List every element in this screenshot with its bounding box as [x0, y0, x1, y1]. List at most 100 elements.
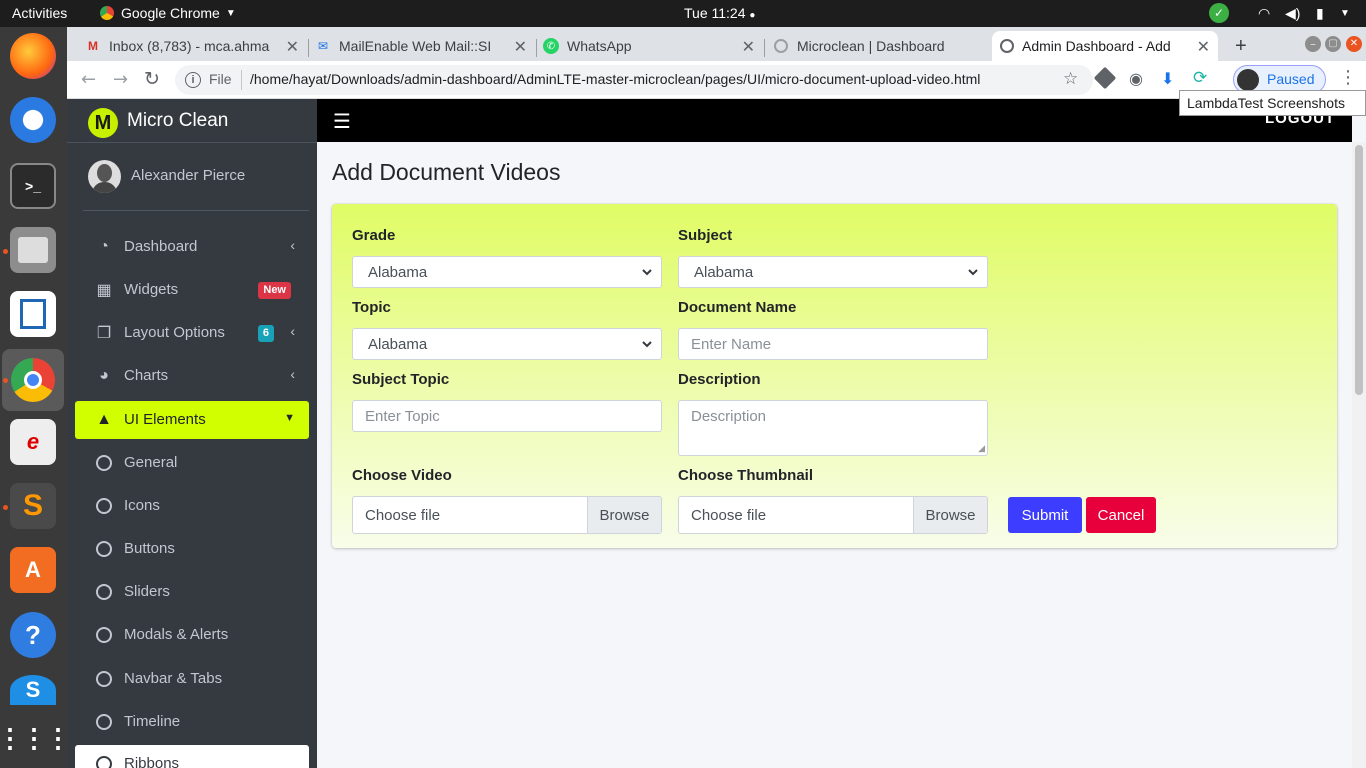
sidebar-item-ribbons[interactable]: Ribbons: [75, 745, 309, 768]
sidebar-item-buttons[interactable]: Buttons: [75, 530, 309, 568]
thunderbird-icon[interactable]: [10, 97, 56, 143]
close-icon[interactable]: ✕: [1197, 37, 1210, 57]
tree-icon: ▲: [96, 411, 112, 428]
avatar[interactable]: [88, 160, 121, 193]
window-close-icon[interactable]: ✕: [1346, 36, 1362, 52]
brand-link[interactable]: M Micro Clean: [67, 99, 317, 143]
skype-icon[interactable]: S: [10, 675, 56, 705]
check-icon[interactable]: ✓: [1209, 3, 1229, 23]
close-icon[interactable]: ✕: [286, 37, 299, 57]
firefox-icon[interactable]: [10, 33, 56, 79]
maximize-icon[interactable]: ▢: [1325, 36, 1341, 52]
topic-label: Topic: [352, 299, 391, 316]
dock: >_ e S A ? S ⋮⋮⋮: [0, 27, 71, 768]
page-scrollbar[interactable]: [1352, 142, 1366, 768]
sidebar-item-timeline[interactable]: Timeline: [75, 703, 309, 741]
sidebar-item-dashboard[interactable]: ◔ Dashboard ‹: [75, 228, 309, 266]
browser-toolbar: ← → ↻ i File /home/hayat/Downloads/admin…: [67, 61, 1366, 99]
volume-icon[interactable]: ◀): [1285, 5, 1300, 22]
thumbnail-file-input[interactable]: Choose file Browse: [678, 496, 988, 534]
page-viewport: M Micro Clean Alexander Pierce ◔ Dashboa…: [67, 99, 1366, 768]
resize-handle-icon[interactable]: ◢: [978, 443, 985, 454]
copy-icon: ❐: [96, 325, 112, 342]
battery-icon[interactable]: ▮: [1316, 5, 1324, 22]
lambdatest-icon[interactable]: ⟳: [1193, 68, 1207, 88]
app-menu[interactable]: Google Chrome ▼: [100, 5, 236, 21]
topic-select[interactable]: Alabama: [352, 328, 662, 360]
chevron-left-icon: ‹: [290, 323, 295, 339]
document-name-input[interactable]: Enter Name: [678, 328, 988, 360]
help-icon[interactable]: ?: [10, 612, 56, 658]
reload-icon[interactable]: ↻: [144, 68, 160, 90]
chrome-menu-icon[interactable]: ⋮: [1339, 67, 1357, 88]
circle-icon: [93, 453, 115, 473]
tab-strip: M Inbox (8,783) - mca.ahma ✕ ✉ MailEnabl…: [67, 27, 1366, 61]
subject-topic-input[interactable]: Enter Topic: [352, 400, 662, 432]
cancel-button[interactable]: Cancel: [1086, 497, 1156, 533]
system-menu-icon[interactable]: ▼: [1340, 8, 1350, 19]
tab-microclean[interactable]: Microclean | Dashboard: [765, 31, 993, 61]
close-icon[interactable]: ✕: [742, 37, 755, 57]
sidebar-item-charts[interactable]: ◕ Charts ‹: [75, 357, 309, 395]
video-file-input[interactable]: Choose file Browse: [352, 496, 662, 534]
subject-select[interactable]: Alabama: [678, 256, 988, 288]
sidebar-item-icons[interactable]: Icons: [75, 487, 309, 525]
sidebar-item-widgets[interactable]: ▦ Widgets New: [75, 271, 309, 309]
forward-icon[interactable]: →: [113, 69, 128, 90]
user-name[interactable]: Alexander Pierce: [131, 167, 245, 184]
tab-mailenable[interactable]: ✉ MailEnable Web Mail::SI ✕: [307, 31, 535, 61]
sidebar-item-navbar-tabs[interactable]: Navbar & Tabs: [75, 660, 309, 698]
description-textarea[interactable]: Description ◢: [678, 400, 988, 456]
address-bar[interactable]: i File /home/hayat/Downloads/admin-dashb…: [175, 65, 1093, 95]
new-tab-button[interactable]: +: [1230, 31, 1256, 61]
user-panel: Alexander Pierce: [83, 157, 309, 211]
back-icon[interactable]: ←: [81, 69, 96, 90]
loading-icon: [773, 38, 789, 54]
tab-inbox[interactable]: M Inbox (8,783) - mca.ahma ✕: [77, 31, 307, 61]
software-center-icon[interactable]: A: [10, 547, 56, 593]
description-label: Description: [678, 371, 761, 388]
document-viewer-icon[interactable]: e: [10, 419, 56, 465]
submit-button[interactable]: Submit: [1008, 497, 1082, 533]
tab-admin-dashboard[interactable]: Admin Dashboard - Add ✕: [992, 31, 1218, 61]
chevron-down-icon: [642, 341, 652, 348]
grade-select[interactable]: Alabama: [352, 256, 662, 288]
close-icon[interactable]: ✕: [514, 37, 527, 57]
grade-label: Grade: [352, 227, 396, 244]
scrollbar-thumb[interactable]: [1355, 145, 1363, 395]
activities-button[interactable]: Activities: [12, 5, 67, 21]
sidebar-item-general[interactable]: General: [75, 444, 309, 482]
thumbnail-browse-button[interactable]: Browse: [913, 497, 987, 533]
tab-whatsapp[interactable]: ✆ WhatsApp ✕: [535, 31, 763, 61]
chrome-dock-icon[interactable]: [2, 349, 64, 411]
sidebar-item-modals-alerts[interactable]: Modals & Alerts: [75, 616, 309, 654]
sublime-text-icon[interactable]: S: [10, 483, 56, 529]
chevron-down-icon: [642, 269, 652, 276]
gmail-icon: M: [88, 39, 98, 53]
sidebar-item-layout-options[interactable]: ❐ Layout Options 6 ‹: [75, 314, 309, 352]
files-icon[interactable]: [10, 227, 56, 273]
minimize-icon[interactable]: –: [1305, 36, 1321, 52]
terminal-icon[interactable]: >_: [10, 163, 56, 209]
sidebar-item-ui-elements[interactable]: ▲ UI Elements ▼: [75, 401, 309, 439]
badge-new: New: [258, 282, 291, 299]
apps-grid-icon[interactable]: ⋮⋮⋮: [0, 715, 71, 761]
camera-icon[interactable]: ◉: [1129, 69, 1143, 88]
download-extension-icon[interactable]: ⬇: [1161, 69, 1174, 88]
url-text[interactable]: /home/hayat/Downloads/admin-dashboard/Ad…: [250, 71, 980, 87]
extension-icon[interactable]: [1093, 66, 1117, 90]
circle-icon: [93, 539, 115, 559]
star-icon[interactable]: ☆: [1063, 69, 1078, 89]
globe-icon: [1000, 39, 1014, 53]
circle-icon: [93, 754, 115, 768]
profile-avatar: [1237, 69, 1259, 91]
video-browse-button[interactable]: Browse: [587, 497, 661, 533]
chevron-down-icon: [968, 269, 978, 276]
hamburger-menu-icon[interactable]: ☰: [333, 109, 351, 133]
sidebar-item-sliders[interactable]: Sliders: [75, 573, 309, 611]
wifi-icon[interactable]: ◠: [1258, 5, 1270, 22]
info-icon[interactable]: i: [185, 72, 201, 88]
clock[interactable]: Tue 11:24 ●: [684, 5, 755, 21]
writer-icon[interactable]: [10, 291, 56, 337]
choose-thumbnail-label: Choose Thumbnail: [678, 467, 813, 484]
